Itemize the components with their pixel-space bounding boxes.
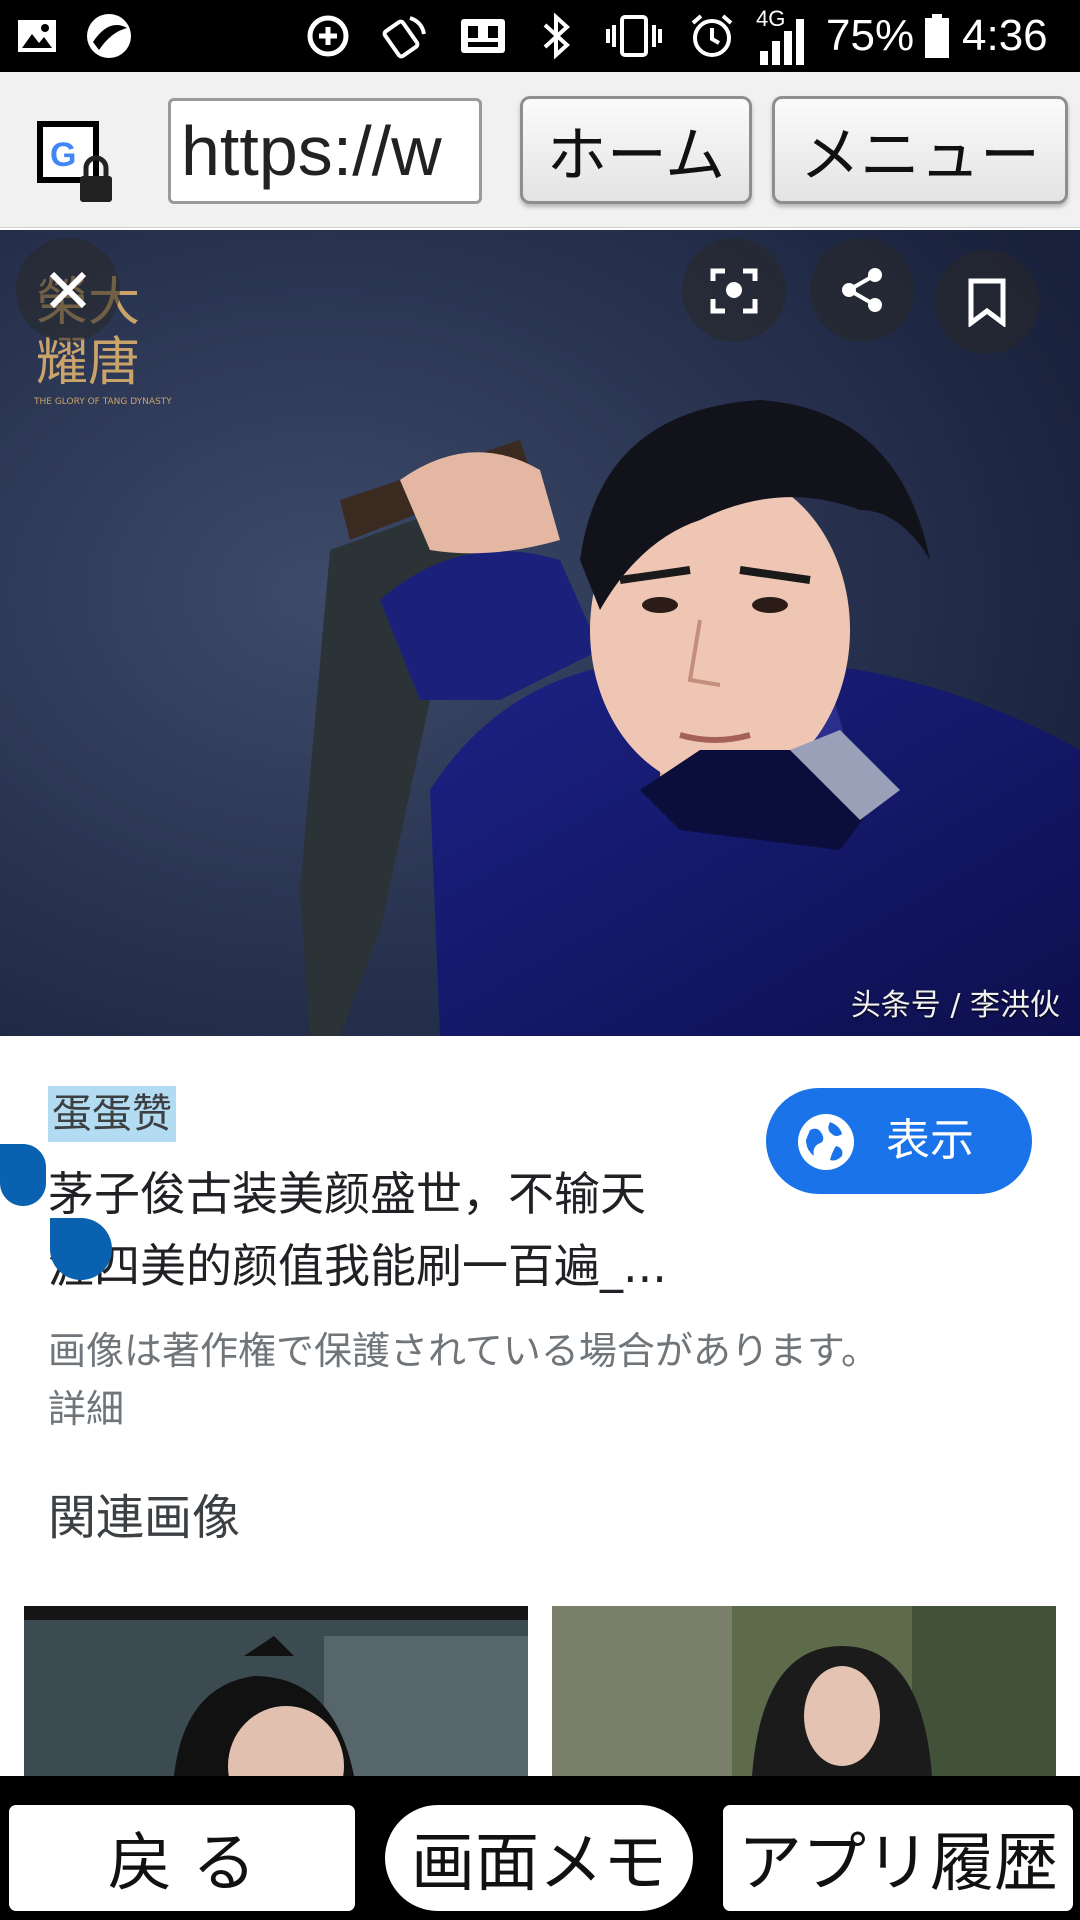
status-bar: 4G 75% 4:36 xyxy=(0,0,1080,72)
preview-image: 榮大 耀唐 THE GLORY OF TANG DYNASTY 头条号 / 李洪… xyxy=(0,230,1080,1036)
recent-apps-button[interactable]: アプリ履歴 xyxy=(720,1802,1076,1914)
battery-percent: 75% xyxy=(826,11,915,60)
copyright-text: 画像は著作権で保護されている場合があります。 xyxy=(48,1329,880,1373)
globe-icon xyxy=(798,1114,854,1170)
related-image-1[interactable] xyxy=(24,1606,528,1776)
alarm-icon xyxy=(684,0,740,72)
svg-text:耀唐: 耀唐 xyxy=(36,333,140,393)
svg-text:G: G xyxy=(50,136,76,174)
source-site-name[interactable]: 蛋蛋赞 xyxy=(48,1086,176,1142)
lens-search-button[interactable] xyxy=(682,238,786,342)
vibrate-icon xyxy=(604,0,664,72)
data-saver-icon xyxy=(300,0,356,72)
bluetooth-icon xyxy=(534,0,578,72)
image-credit: 头条号 / 李洪伙 xyxy=(850,988,1060,1023)
result-title-line-1: 茅子俊古装美颜盛世，不输天 xyxy=(48,1167,646,1221)
menu-button[interactable]: メニュー xyxy=(772,96,1068,204)
nfc-tag-icon xyxy=(378,0,434,72)
visit-button[interactable]: 表示 xyxy=(766,1088,1032,1194)
bottom-navigation: 戻 る 画面メモ アプリ履歴 xyxy=(0,1776,1080,1920)
copyright-notice: 画像は著作権で保護されている場合があります。 詳細 xyxy=(48,1322,1038,1438)
signal-icon: 4G xyxy=(756,0,814,72)
selection-handle-end[interactable] xyxy=(50,1218,112,1280)
svg-text:THE GLORY OF TANG DYNASTY: THE GLORY OF TANG DYNASTY xyxy=(33,397,172,407)
related-images-heading: 関連画像 xyxy=(48,1490,241,1546)
battery-icon xyxy=(922,0,952,72)
url-text: https://w xyxy=(181,112,442,190)
voicemail-icon xyxy=(456,0,510,72)
result-title[interactable]: 茅子俊古装美颜盛世，不输天 涯四美的颜值我能刷一百遍_... xyxy=(48,1158,738,1302)
browser-toolbar: G https://w ホーム メニュー xyxy=(0,72,1080,228)
copyright-details-link[interactable]: 詳細 xyxy=(48,1380,1038,1438)
close-icon xyxy=(49,271,87,309)
url-field[interactable]: https://w xyxy=(168,98,482,204)
share-icon xyxy=(842,268,882,312)
site-security-icon[interactable]: G xyxy=(36,120,116,202)
visit-label: 表示 xyxy=(886,1115,974,1166)
share-button[interactable] xyxy=(810,238,914,342)
bookmark-icon xyxy=(968,278,1006,327)
bookmark-button[interactable] xyxy=(935,250,1039,354)
screen-memo-button[interactable]: 画面メモ xyxy=(382,1802,696,1914)
network-type: 4G xyxy=(756,6,786,31)
home-button[interactable]: ホーム xyxy=(520,96,752,204)
selection-handle-start[interactable] xyxy=(0,1144,46,1206)
close-button[interactable] xyxy=(16,238,120,342)
lens-icon xyxy=(710,268,758,314)
result-title-line-2: 涯四美的颜值我能刷一百遍_... xyxy=(48,1239,667,1293)
related-image-2[interactable] xyxy=(552,1606,1056,1776)
back-button[interactable]: 戻 る xyxy=(6,1802,358,1914)
clock: 4:36 xyxy=(962,11,1048,60)
app-sync-icon xyxy=(80,0,138,72)
gallery-icon xyxy=(14,0,60,72)
